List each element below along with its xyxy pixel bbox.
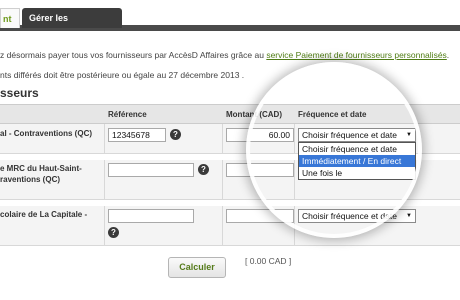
info-line-1: z désormais payer tous vos fournisseurs … [0, 50, 449, 60]
column-divider [294, 124, 295, 153]
frequency-select-value: Choisir fréquence et date [302, 211, 397, 221]
column-divider [222, 124, 223, 153]
column-divider [294, 206, 295, 245]
chevron-down-icon: ▼ [406, 213, 412, 219]
info-line-2: nts différés doit être postérieure ou ég… [0, 70, 245, 80]
chevron-down-icon: ▼ [406, 132, 412, 138]
dropdown-option[interactable]: Une fois le [299, 167, 415, 179]
column-divider [222, 206, 223, 245]
help-icon[interactable]: ? [108, 227, 119, 238]
supplier-payment-service-link[interactable]: service Paiement de fournisseurs personn… [266, 50, 446, 60]
payee-name-line: raventions (QC) [0, 175, 61, 184]
header-frequency: Fréquence et date [298, 110, 367, 119]
frequency-dropdown-list: Choisir fréquence et date Immédiatement … [298, 142, 416, 180]
dropdown-option[interactable]: Choisir fréquence et date [299, 143, 415, 155]
dropdown-option-selected[interactable]: Immédiatement / En direct [299, 155, 415, 167]
column-divider [104, 206, 105, 245]
header-reference: Référence [108, 110, 147, 119]
table-header: Référence Montant (CAD) Fréquence et dat… [0, 104, 460, 124]
help-icon[interactable]: ? [198, 164, 209, 175]
column-divider [294, 160, 295, 199]
tab-pay-bill[interactable]: nt [0, 8, 20, 28]
column-divider [104, 160, 105, 199]
frequency-select-value: Choisir fréquence et date [302, 130, 397, 140]
section-title: sseurs [0, 86, 39, 100]
tab-manage-suppliers[interactable]: Gérer les fournisseurs [22, 8, 122, 43]
payee-name: al - Contraventions (QC) [0, 128, 92, 139]
reference-input[interactable] [108, 209, 194, 223]
reference-input[interactable]: 12345678 [108, 128, 166, 142]
amount-input[interactable] [226, 163, 294, 177]
frequency-select[interactable]: Choisir fréquence et date ▼ [298, 209, 416, 223]
reference-input[interactable] [108, 163, 194, 177]
header-amount: Montant (CAD) [226, 110, 282, 119]
calculate-button[interactable]: Calculer [168, 257, 226, 278]
payee-name-line: colaire de La Capitale - [0, 210, 88, 219]
table-row: colaire de La Capitale - ? Choisir fréqu… [0, 206, 460, 246]
payee-name: colaire de La Capitale - [0, 209, 87, 220]
payee-name-line: al - Contraventions (QC) [0, 129, 93, 138]
column-divider [104, 124, 105, 153]
amount-input[interactable] [226, 209, 294, 223]
info-line-1-prefix: z désormais payer tous vos fournisseurs … [0, 50, 267, 60]
payee-name-line: e MRC du Haut-Saint- [0, 164, 82, 173]
amount-input[interactable]: 60.00 [226, 128, 294, 142]
payee-name: e MRC du Haut-Saint- raventions (QC) [0, 163, 82, 185]
tab-bar: nt Gérer les fournisseurs [0, 0, 460, 43]
frequency-select[interactable]: Choisir fréquence et date ▼ [298, 128, 416, 142]
info-line-1-suffix: . [446, 50, 450, 60]
total-amount: [ 0.00 CAD ] [245, 256, 292, 266]
column-divider [222, 160, 223, 199]
help-icon[interactable]: ? [170, 129, 181, 140]
